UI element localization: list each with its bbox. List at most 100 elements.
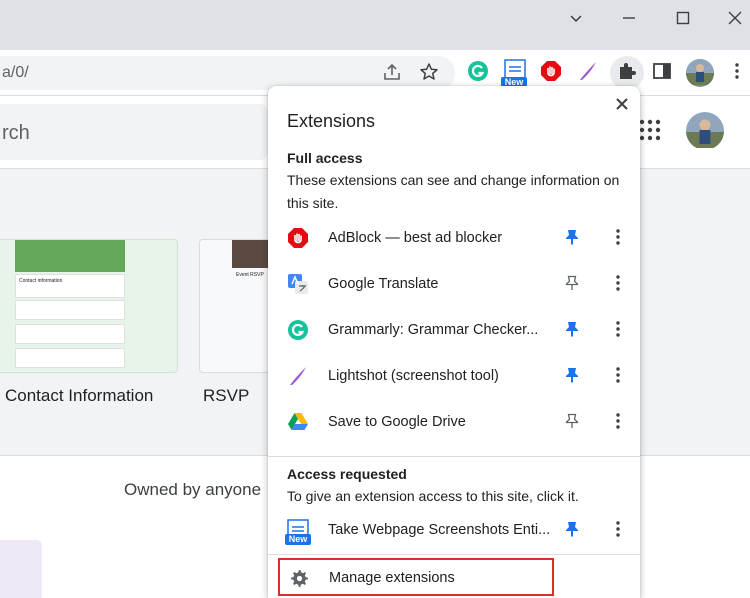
side-panel-button[interactable] bbox=[650, 61, 674, 85]
access-requested-heading: Access requested bbox=[287, 466, 407, 482]
bookmark-star-button[interactable] bbox=[419, 62, 439, 87]
extension-name: AdBlock — best ad blocker bbox=[328, 230, 503, 246]
popup-close-button[interactable] bbox=[612, 96, 632, 116]
extension-row-google-translate[interactable]: Google Translate bbox=[268, 262, 640, 308]
pin-button[interactable] bbox=[562, 275, 582, 295]
url-text: a/0/ bbox=[2, 64, 29, 81]
more-options-button[interactable] bbox=[608, 274, 628, 297]
extensions-popup: Extensions Full access These extensions … bbox=[268, 86, 640, 598]
extension-row-adblock[interactable]: AdBlock — best ad blocker bbox=[268, 216, 640, 262]
owned-by-filter[interactable]: Owned by anyone bbox=[124, 480, 261, 500]
thumbnail-question bbox=[15, 348, 125, 368]
close-window-button[interactable] bbox=[720, 6, 750, 34]
forms-search-bar[interactable]: rch bbox=[0, 104, 268, 160]
google-translate-icon bbox=[287, 273, 309, 295]
address-bar[interactable]: a/0/ bbox=[0, 56, 455, 90]
extension-name: Save to Google Drive bbox=[328, 414, 466, 430]
chevron-down-icon bbox=[569, 11, 583, 30]
more-vert-icon bbox=[734, 62, 740, 85]
extension-name: Grammarly: Grammar Checker... bbox=[328, 322, 539, 338]
pin-filled-icon bbox=[565, 229, 579, 250]
close-icon bbox=[616, 97, 628, 115]
more-vert-icon bbox=[615, 412, 621, 435]
pin-button[interactable] bbox=[562, 521, 582, 541]
more-vert-icon bbox=[615, 274, 621, 297]
browser-title-bar bbox=[0, 0, 750, 50]
thumbnail-question bbox=[15, 300, 125, 320]
pin-outline-icon bbox=[565, 413, 579, 434]
tab-search-button[interactable] bbox=[561, 6, 591, 34]
grammarly-icon bbox=[467, 60, 489, 87]
template-label-contact-information: Contact Information bbox=[5, 386, 154, 405]
side-panel-icon bbox=[652, 61, 672, 86]
template-card-rsvp[interactable]: Event RSVP bbox=[199, 239, 279, 373]
pin-filled-icon bbox=[565, 521, 579, 542]
thumbnail-form-title: Contact information bbox=[15, 274, 125, 298]
webpage-screenshot-toolbar-button[interactable]: New bbox=[501, 58, 529, 88]
apps-grid-icon bbox=[638, 119, 662, 146]
adblock-icon bbox=[287, 227, 309, 249]
template-label-rsvp: RSVP bbox=[203, 386, 250, 405]
pin-button[interactable] bbox=[562, 367, 582, 387]
close-icon bbox=[728, 11, 742, 30]
thumb-title: Contact information bbox=[19, 278, 63, 284]
pin-button[interactable] bbox=[562, 321, 582, 341]
pin-filled-icon bbox=[565, 367, 579, 388]
avatar bbox=[686, 112, 724, 150]
share-button[interactable] bbox=[382, 62, 402, 87]
extension-row-grammarly[interactable]: Grammarly: Grammar Checker... bbox=[268, 308, 640, 354]
puzzle-icon bbox=[617, 61, 637, 86]
lightshot-icon bbox=[287, 365, 309, 387]
more-vert-icon bbox=[615, 320, 621, 343]
template-card-contact-information[interactable]: Contact information bbox=[0, 239, 178, 373]
profile-avatar-button[interactable] bbox=[686, 59, 714, 87]
google-apps-button[interactable] bbox=[638, 118, 662, 142]
more-options-button[interactable] bbox=[608, 320, 628, 343]
grammarly-icon bbox=[287, 319, 309, 341]
extension-name: Google Translate bbox=[328, 276, 439, 292]
manage-extensions-button[interactable]: Manage extensions bbox=[278, 558, 554, 596]
full-access-heading: Full access bbox=[287, 150, 363, 166]
extension-name: Lightshot (screenshot tool) bbox=[328, 368, 499, 384]
adblock-toolbar-button[interactable] bbox=[539, 60, 563, 87]
thumb-title: Event RSVP bbox=[236, 272, 264, 278]
manage-extensions-label: Manage extensions bbox=[329, 570, 455, 586]
extensions-button[interactable] bbox=[610, 56, 644, 90]
extension-row-lightshot[interactable]: Lightshot (screenshot tool) bbox=[268, 354, 640, 400]
maximize-button[interactable] bbox=[668, 6, 698, 34]
more-vert-icon bbox=[615, 228, 621, 251]
section-divider bbox=[268, 554, 640, 555]
full-access-description: These extensions can see and change info… bbox=[287, 172, 620, 211]
lightshot-toolbar-button[interactable] bbox=[576, 61, 600, 85]
adblock-icon bbox=[540, 60, 562, 87]
thumbnail-question bbox=[15, 324, 125, 344]
more-options-button[interactable] bbox=[608, 366, 628, 389]
share-icon bbox=[382, 62, 402, 87]
new-badge: New bbox=[285, 534, 311, 545]
extension-row-save-to-google-drive[interactable]: Save to Google Drive bbox=[268, 400, 640, 446]
minimize-button[interactable] bbox=[614, 6, 644, 34]
extension-name: Take Webpage Screenshots Enti... bbox=[328, 522, 551, 538]
pin-button[interactable] bbox=[562, 229, 582, 249]
thumbnail-header-image bbox=[15, 240, 125, 272]
thumbnail-form-title: Event RSVP bbox=[236, 272, 264, 278]
pin-button[interactable] bbox=[562, 413, 582, 433]
form-thumbnail-partial[interactable] bbox=[0, 540, 42, 598]
more-vert-icon bbox=[615, 366, 621, 389]
more-vert-icon bbox=[615, 520, 621, 543]
more-options-button[interactable] bbox=[608, 520, 628, 543]
chrome-menu-button[interactable] bbox=[725, 61, 749, 85]
extension-row-take-webpage-screenshots[interactable]: New Take Webpage Screenshots Enti... bbox=[268, 508, 640, 554]
pin-filled-icon bbox=[565, 321, 579, 342]
google-drive-icon bbox=[287, 411, 309, 433]
webpage-screenshot-icon: New bbox=[285, 517, 311, 545]
access-requested-description: To give an extension access to this site… bbox=[287, 488, 579, 504]
grammarly-toolbar-button[interactable] bbox=[466, 60, 490, 87]
more-options-button[interactable] bbox=[608, 228, 628, 251]
star-icon bbox=[419, 62, 439, 87]
lightshot-icon bbox=[577, 60, 599, 87]
more-options-button[interactable] bbox=[608, 412, 628, 435]
popup-title: Extensions bbox=[287, 111, 376, 131]
account-avatar-button[interactable] bbox=[686, 112, 724, 150]
minimize-icon bbox=[622, 11, 636, 30]
